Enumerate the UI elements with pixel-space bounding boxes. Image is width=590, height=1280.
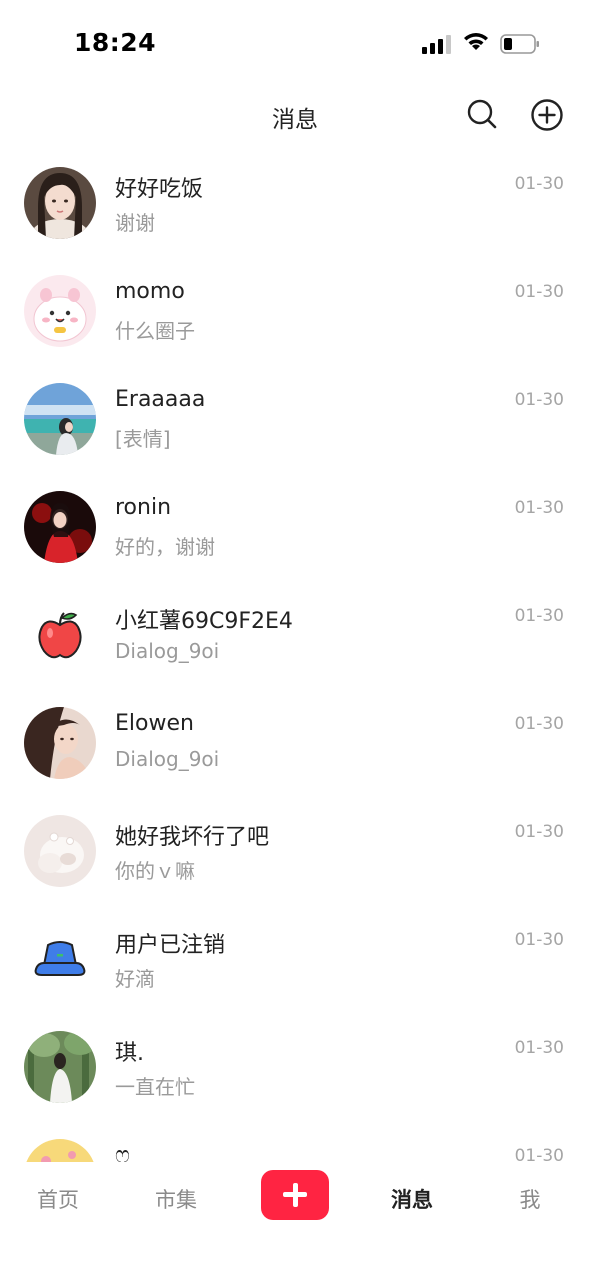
message-time: 01-30 (514, 1146, 564, 1162)
message-item[interactable]: Elowen Dialog_9oi 01-30 (0, 690, 590, 798)
message-preview: 一直在忙 (115, 1075, 195, 1099)
wifi-icon (464, 33, 488, 50)
message-preview: [表情] (115, 427, 171, 451)
battery-icon (500, 34, 539, 54)
message-time: 01-30 (514, 714, 564, 734)
tab-me[interactable]: 我 (490, 1184, 570, 1214)
message-preview: 什么圈子 (115, 319, 195, 343)
message-preview: Dialog_9oi (115, 639, 220, 663)
message-item[interactable]: momo 什么圈子 01-30 (0, 258, 590, 366)
contact-name: 琪. (115, 1041, 144, 1066)
status-bar: 18:24 (0, 0, 590, 86)
message-item[interactable]: ronin 好的，谢谢 01-30 (0, 474, 590, 582)
message-item[interactable]: ෆ 01-30 (0, 1122, 590, 1162)
avatar[interactable] (24, 1031, 96, 1103)
message-time: 01-30 (514, 498, 564, 518)
plus-icon (292, 1183, 298, 1207)
message-item[interactable]: 小红薯69C9F2E4 Dialog_9oi 01-30 (0, 582, 590, 690)
avatar[interactable] (24, 167, 96, 239)
message-preview: 好滴 (115, 967, 155, 991)
contact-name: 她好我坏行了吧 (115, 825, 270, 850)
message-preview: 好的，谢谢 (115, 535, 215, 559)
message-time: 01-30 (514, 1038, 564, 1058)
message-time: 01-30 (514, 606, 564, 626)
page-title: 消息 (272, 107, 318, 133)
apple-icon[interactable] (24, 599, 96, 671)
publish-button[interactable] (261, 1170, 329, 1220)
tab-home[interactable]: 首页 (18, 1184, 98, 1214)
avatar[interactable] (24, 707, 96, 779)
message-item[interactable]: Eraaaaa [表情] 01-30 (0, 366, 590, 474)
message-preview: Dialog_9oi (115, 747, 220, 771)
contact-name: 小红薯69C9F2E4 (115, 609, 293, 634)
message-preview: 你的ｖ嘛 (115, 859, 195, 883)
tab-messages[interactable]: 消息 (372, 1184, 452, 1214)
contact-name: ෆ (115, 1143, 130, 1162)
header: 消息 (0, 86, 590, 146)
message-item[interactable]: 好好吃饭 谢谢 01-30 (0, 150, 590, 258)
avatar[interactable] (24, 1139, 96, 1162)
contact-name: Elowen (115, 711, 194, 736)
message-item[interactable]: 她好我坏行了吧 你的ｖ嘛 01-30 (0, 798, 590, 906)
bucket-hat-icon[interactable] (24, 923, 96, 995)
contact-name: 用户已注销 (115, 933, 226, 958)
avatar[interactable] (24, 491, 96, 563)
status-time: 18:24 (74, 28, 157, 57)
avatar[interactable] (24, 815, 96, 887)
contact-name: Eraaaaa (115, 387, 206, 412)
cellular-signal-icon (422, 34, 454, 54)
message-time: 01-30 (514, 282, 564, 302)
tab-market[interactable]: 市集 (136, 1184, 216, 1214)
plus-circle-icon[interactable] (530, 98, 564, 132)
message-time: 01-30 (514, 390, 564, 410)
message-time: 01-30 (514, 174, 564, 194)
avatar[interactable] (24, 275, 96, 347)
search-icon[interactable] (466, 98, 498, 130)
message-item[interactable]: 琪. 一直在忙 01-30 (0, 1014, 590, 1122)
contact-name: ronin (115, 495, 172, 520)
message-time: 01-30 (514, 930, 564, 950)
message-item[interactable]: 用户已注销 好滴 01-30 (0, 906, 590, 1014)
message-list: 好好吃饭 谢谢 01-30 momo 什么圈子 01-30 Eraaaaa [表… (0, 150, 590, 1162)
message-preview: 谢谢 (115, 211, 155, 235)
contact-name: momo (115, 279, 185, 304)
tab-bar: 首页 市集 消息 我 (0, 1162, 590, 1280)
message-time: 01-30 (514, 822, 564, 842)
contact-name: 好好吃饭 (115, 177, 204, 202)
avatar[interactable] (24, 383, 96, 455)
